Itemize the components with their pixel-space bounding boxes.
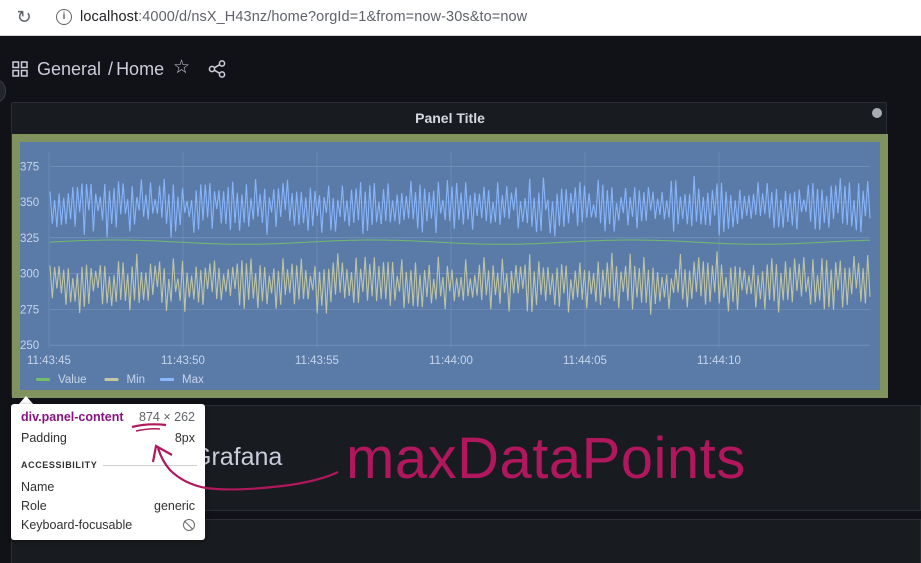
tooltip-padding-row: Padding 8px: [21, 431, 195, 445]
tooltip-role-row: Role generic: [21, 499, 195, 513]
url-field[interactable]: localhost:4000/d/nsX_H43nz/home?orgId=1&…: [80, 9, 527, 25]
y-tick-label: 300: [20, 269, 39, 281]
tooltip-focusable-label: Keyboard-focusable: [21, 518, 133, 532]
time-series-panel: Panel Title 375 350 325 300 275 250 11:43:45 11…: [11, 102, 888, 398]
y-tick-label: 250: [20, 340, 39, 352]
tooltip-size: 874 × 262: [139, 410, 195, 424]
y-tick-label: 375: [20, 161, 39, 173]
series-line-max: [49, 175, 871, 238]
x-tick-label: 11:43:50: [161, 355, 205, 367]
series-line-min: [49, 251, 871, 315]
annotation-text: maxDataPoints: [346, 426, 746, 491]
legend-label[interactable]: Max: [182, 374, 204, 386]
breadcrumb-dashboard[interactable]: Home: [116, 59, 164, 79]
x-tick-label: 11:43:45: [27, 355, 71, 367]
x-tick-label: 11:44:10: [697, 355, 741, 367]
tooltip-divider: [103, 465, 197, 466]
tooltip-role-label: Role: [21, 499, 47, 513]
y-tick-label: 350: [20, 197, 39, 209]
browser-address-bar: ↻ i localhost:4000/d/nsX_H43nz/home?orgI…: [0, 0, 921, 36]
star-icon[interactable]: ☆: [173, 58, 190, 78]
legend-swatch-max: [160, 378, 174, 381]
tooltip-name-row: Name: [21, 480, 195, 494]
legend-swatch-min: [104, 378, 119, 381]
breadcrumb: General / Home: [37, 59, 164, 80]
tooltip-focusable-row: Keyboard-focusable: [21, 518, 195, 532]
y-tick-label: 275: [20, 304, 39, 316]
site-info-icon[interactable]: i: [56, 9, 72, 25]
tooltip-selector-row: div.panel-content 874 × 262: [21, 410, 195, 424]
tooltip-name-label: Name: [21, 480, 55, 494]
breadcrumb-separator: /: [108, 59, 114, 79]
x-tick-label: 11:43:55: [295, 355, 339, 367]
tooltip-padding-value: 8px: [174, 431, 195, 445]
series-line-value: [49, 239, 871, 245]
x-tick-label: 11:44:00: [429, 355, 473, 367]
tooltip-section-heading: ACCESSIBILITY: [21, 460, 98, 470]
time-series-chart: 375 350 325 300 275 250 11:43:45 11:43:50 11:43:…: [20, 152, 871, 386]
y-tick-label: 325: [20, 233, 39, 245]
breadcrumb-folder[interactable]: General: [37, 59, 101, 79]
sidebar-toggle[interactable]: [0, 80, 6, 102]
x-tick-label: 11:44:05: [563, 355, 607, 367]
legend-label[interactable]: Min: [127, 374, 146, 386]
share-icon[interactable]: [208, 60, 226, 78]
panel-title[interactable]: Panel Title: [12, 110, 888, 126]
panel-content: 375 350 325 300 275 250 11:43:45 11:43:50 11:43:…: [20, 142, 880, 390]
panel-status-indicator: [872, 108, 882, 118]
tooltip-padding-label: Padding: [21, 431, 67, 445]
tooltip-selector: div.panel-content: [21, 410, 124, 424]
tooltip-role-value: generic: [154, 499, 195, 513]
url-path: :4000/d/nsX_H43nz/home?orgId=1&from=now-…: [138, 9, 528, 25]
url-host: localhost: [80, 9, 139, 25]
devtools-inspect-tooltip: div.panel-content 874 × 262 Padding 8px …: [11, 404, 205, 540]
text-panel-content: Grafana: [192, 443, 283, 471]
not-focusable-icon: [183, 519, 195, 531]
legend-swatch-value: [36, 378, 50, 381]
dashboards-grid-icon[interactable]: [12, 61, 28, 77]
legend-label[interactable]: Value: [58, 374, 87, 386]
reload-icon[interactable]: ↻: [14, 7, 34, 27]
